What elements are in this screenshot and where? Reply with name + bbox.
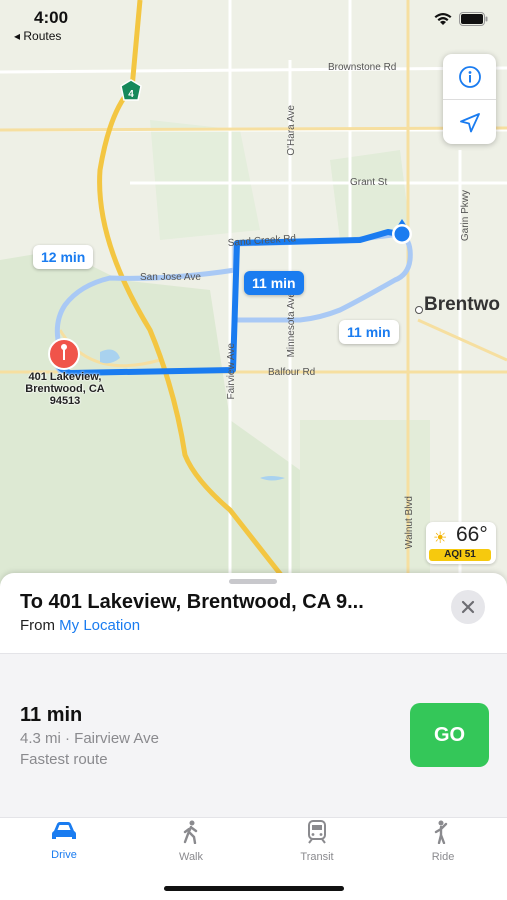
destination-label: 401 Lakeview, Brentwood, CA 94513: [25, 371, 105, 407]
info-icon: [458, 65, 481, 88]
back-to-routes-link[interactable]: ◂ Routes: [14, 29, 61, 43]
directions-sheet: To 401 Lakeview, Brentwood, CA 9... From…: [0, 573, 507, 900]
street-label: San Jose Ave: [140, 272, 201, 283]
tab-ride[interactable]: Ride: [398, 820, 488, 863]
route-duration: 11 min: [20, 704, 83, 726]
close-icon: [461, 600, 475, 614]
tracking-button[interactable]: [443, 99, 496, 145]
ride-icon: [434, 820, 448, 845]
highway-number: 4: [128, 89, 134, 100]
train-icon: [308, 820, 326, 844]
status-bar: 4:00 ◂ Routes: [0, 0, 507, 46]
home-indicator: [164, 886, 344, 891]
map-controls: [443, 54, 496, 144]
transport-mode-tabs: Drive Walk Transit Ride: [0, 816, 507, 876]
destination-title: To 401 Lakeview, Brentwood, CA 9...: [20, 591, 364, 613]
battery-icon: [459, 12, 488, 26]
street-label: O'Hara Ave: [286, 105, 297, 156]
street-label: Minnesota Ave: [286, 292, 297, 358]
close-button[interactable]: [451, 590, 485, 624]
go-button[interactable]: GO: [410, 703, 489, 767]
sun-icon: ☀: [433, 530, 448, 547]
aqi-badge: AQI 51: [429, 549, 491, 561]
temperature: 66°: [456, 523, 488, 546]
wifi-icon: [434, 13, 452, 25]
route-time-badge[interactable]: 12 min: [33, 245, 94, 269]
route-time-badge[interactable]: 11 min: [339, 320, 399, 344]
route-details: 4.3 mi · Fairview Ave: [20, 730, 159, 747]
clock: 4:00: [34, 8, 69, 27]
tab-drive[interactable]: Drive: [19, 820, 109, 861]
location-arrow-icon: [459, 112, 480, 132]
destination-pin-icon[interactable]: [48, 338, 80, 370]
street-label: Fairview Ave: [226, 343, 237, 400]
from-location-link[interactable]: My Location: [59, 617, 140, 634]
street-label: Brownstone Rd: [328, 62, 396, 73]
tab-walk[interactable]: Walk: [146, 820, 236, 863]
street-label: Balfour Rd: [268, 367, 315, 378]
sheet-grabber[interactable]: [229, 579, 277, 584]
tab-transit[interactable]: Transit: [272, 820, 362, 863]
route-note: Fastest route: [20, 751, 108, 768]
from-line: From My Location: [20, 617, 141, 634]
street-label: Grant St: [350, 177, 387, 188]
route-option[interactable]: 11 min 4.3 mi · Fairview Ave Fastest rou…: [0, 653, 507, 818]
street-label: Garin Pkwy: [460, 190, 471, 241]
info-button[interactable]: [443, 54, 496, 99]
walk-icon: [183, 820, 198, 845]
selected-route-time-badge[interactable]: 11 min: [244, 271, 304, 295]
weather-widget[interactable]: ☀ 66° AQI 51: [426, 522, 496, 564]
street-label: Walnut Blvd: [404, 496, 415, 549]
car-icon: [52, 822, 76, 839]
city-label: Brentwo: [424, 294, 500, 315]
